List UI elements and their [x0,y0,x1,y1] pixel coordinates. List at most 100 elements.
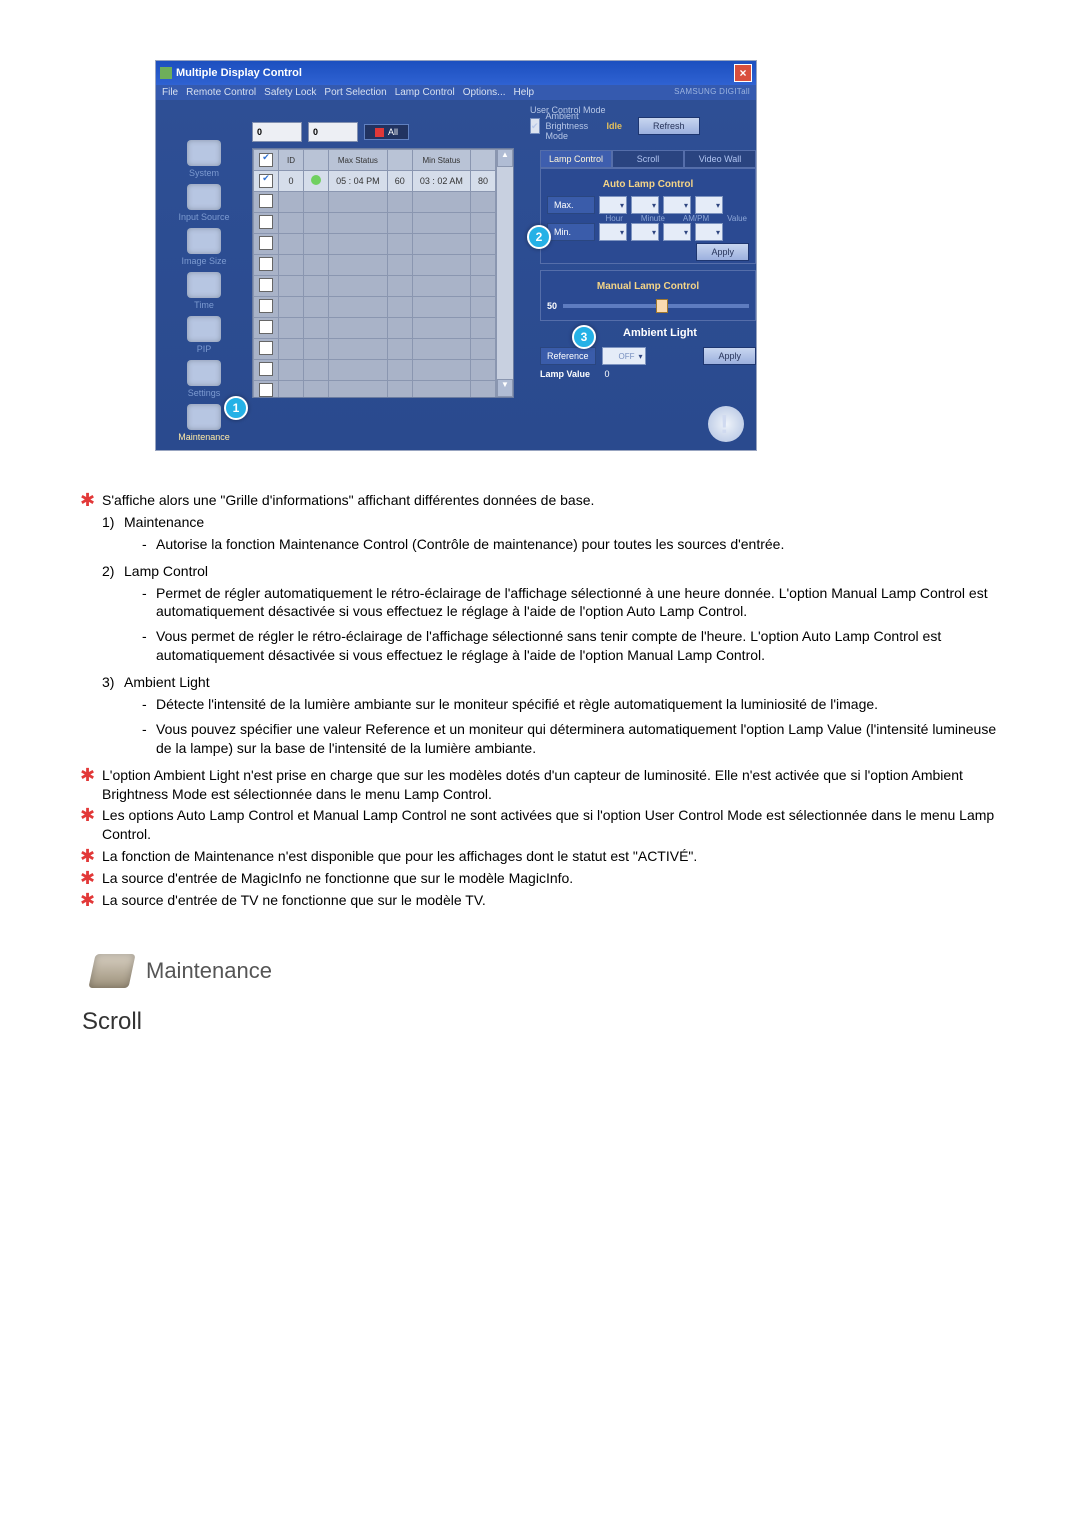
info-icon [708,406,744,442]
abm-checkbox[interactable]: ✔ [530,118,540,134]
star-icon: ✱ [80,847,102,866]
row-empty-check[interactable] [259,194,273,208]
doc-b3: Les options Auto Lamp Control et Manual … [102,806,1000,844]
callout-1: 1 [224,396,248,420]
app-window: Multiple Display Control × File Remote C… [155,60,757,451]
min-value-select[interactable]: ▾ [695,223,723,241]
sidebar-image-label: Image Size [181,256,226,266]
row-empty-check[interactable] [259,383,273,397]
doc-d1: Autorise la fonction Maintenance Control… [156,535,784,554]
table-row[interactable]: 0 05 : 04 PM 60 03 : 02 AM 80 [254,171,496,192]
row-empty-check[interactable] [259,257,273,271]
input-icon [187,184,221,210]
sidebar-item-input[interactable]: Input Source [164,184,244,222]
mode-panel: User Control Mode ✔ Ambient Brightness M… [530,102,700,134]
settings-icon [187,360,221,386]
sidebar-system-label: System [189,168,219,178]
image-icon [187,228,221,254]
scroll-down-icon[interactable]: ▼ [497,379,513,397]
manual-slider[interactable] [563,304,749,308]
sidebar-item-settings[interactable]: Settings [164,360,244,398]
header-check[interactable] [259,153,273,167]
scroll-up-icon[interactable]: ▲ [497,149,513,167]
min-min-select[interactable]: ▾ [631,223,659,241]
row-empty-check[interactable] [259,341,273,355]
auto-apply-button[interactable]: Apply [696,243,749,261]
abm-label: Ambient Brightness Mode [546,111,595,141]
menu-lamp[interactable]: Lamp Control [395,87,455,98]
doc-b2: L'option Ambient Light n'est prise en ch… [102,766,1000,804]
row-maxv: 60 [387,171,412,192]
all-icon [375,128,384,137]
col-id: ID [279,150,304,171]
reference-label: Reference [540,347,596,365]
max-min-select[interactable]: ▾ [631,196,659,214]
menu-options[interactable]: Options... [463,87,506,98]
maintenance-icon [187,404,221,430]
row-id: 0 [279,171,304,192]
reference-select[interactable]: OFF▾ [602,347,646,365]
max-value-select[interactable]: ▾ [695,196,723,214]
documentation: ✱S'affiche alors une "Grille d'informati… [80,491,1000,910]
max-ampm-select[interactable]: ▾ [663,196,691,214]
titlebar: Multiple Display Control × [156,61,756,85]
spin1[interactable]: 0 [252,122,302,142]
spin2[interactable]: 0 [308,122,358,142]
row-empty-check[interactable] [259,236,273,250]
section-subtitle: Scroll [82,1008,1000,1036]
menu-file[interactable]: File [162,87,178,98]
menu-remote[interactable]: Remote Control [186,87,256,98]
menu-help[interactable]: Help [514,87,535,98]
min-hour-select[interactable]: ▾ [599,223,627,241]
star-icon: ✱ [80,869,102,888]
ambient-apply-button[interactable]: Apply [703,347,756,365]
system-icon [187,140,221,166]
menu-port[interactable]: Port Selection [324,87,386,98]
pip-icon [187,316,221,342]
row-min: 03 : 02 AM [412,171,470,192]
tab-scroll[interactable]: Scroll [612,150,684,168]
tab-video-wall[interactable]: Video Wall [684,150,756,168]
doc-n2: Lamp Control [124,562,208,581]
min-ampm-select[interactable]: ▾ [663,223,691,241]
section-title: Maintenance [146,958,272,984]
refresh-button[interactable]: Refresh [638,117,700,135]
doc-n3: Ambient Light [124,673,210,692]
slider-handle-icon[interactable] [656,299,668,313]
manual-value: 50 [547,301,557,311]
doc-b4: La fonction de Maintenance n'est disponi… [102,847,697,866]
sidebar-maint-label: Maintenance [178,432,230,442]
row-empty-check[interactable] [259,320,273,334]
doc-d3b: Vous pouvez spécifier une valeur Referen… [156,720,1000,758]
grid-scrollbar[interactable]: ▲ ▼ [496,149,513,397]
row-max: 05 : 04 PM [329,171,388,192]
row-minv: 80 [471,171,496,192]
sidebar-item-image[interactable]: Image Size [164,228,244,266]
row-empty-check[interactable] [259,278,273,292]
row-empty-check[interactable] [259,215,273,229]
close-icon[interactable]: × [734,64,752,82]
row-empty-check[interactable] [259,362,273,376]
doc-b1: S'affiche alors une "Grille d'informatio… [102,491,594,510]
row-empty-check[interactable] [259,299,273,313]
doc-b5: La source d'entrée de MagicInfo ne fonct… [102,869,573,888]
row-check[interactable] [259,174,273,188]
max-hour-select[interactable]: ▾ [599,196,627,214]
sidebar-item-pip[interactable]: PIP [164,316,244,354]
doc-d2b: Vous permet de régler le rétro-éclairage… [156,627,1000,665]
col-ampm: AM/PM [683,214,709,223]
reference-value: OFF [619,352,635,361]
menu-safety[interactable]: Safety Lock [264,87,316,98]
tab-lamp-control[interactable]: Lamp Control [540,150,612,168]
sidebar-pip-label: PIP [197,344,212,354]
main-area: User Control Mode ✔ Ambient Brightness M… [252,100,540,450]
col-value: Value [727,214,747,223]
min-label: Min. [547,223,595,241]
time-icon [187,272,221,298]
star-icon: ✱ [80,491,102,510]
section-heading: Maintenance [92,954,1000,988]
sidebar-item-system[interactable]: System [164,140,244,178]
sidebar-item-time[interactable]: Time [164,272,244,310]
app-title: Multiple Display Control [176,67,302,79]
all-button[interactable]: All [364,124,409,140]
